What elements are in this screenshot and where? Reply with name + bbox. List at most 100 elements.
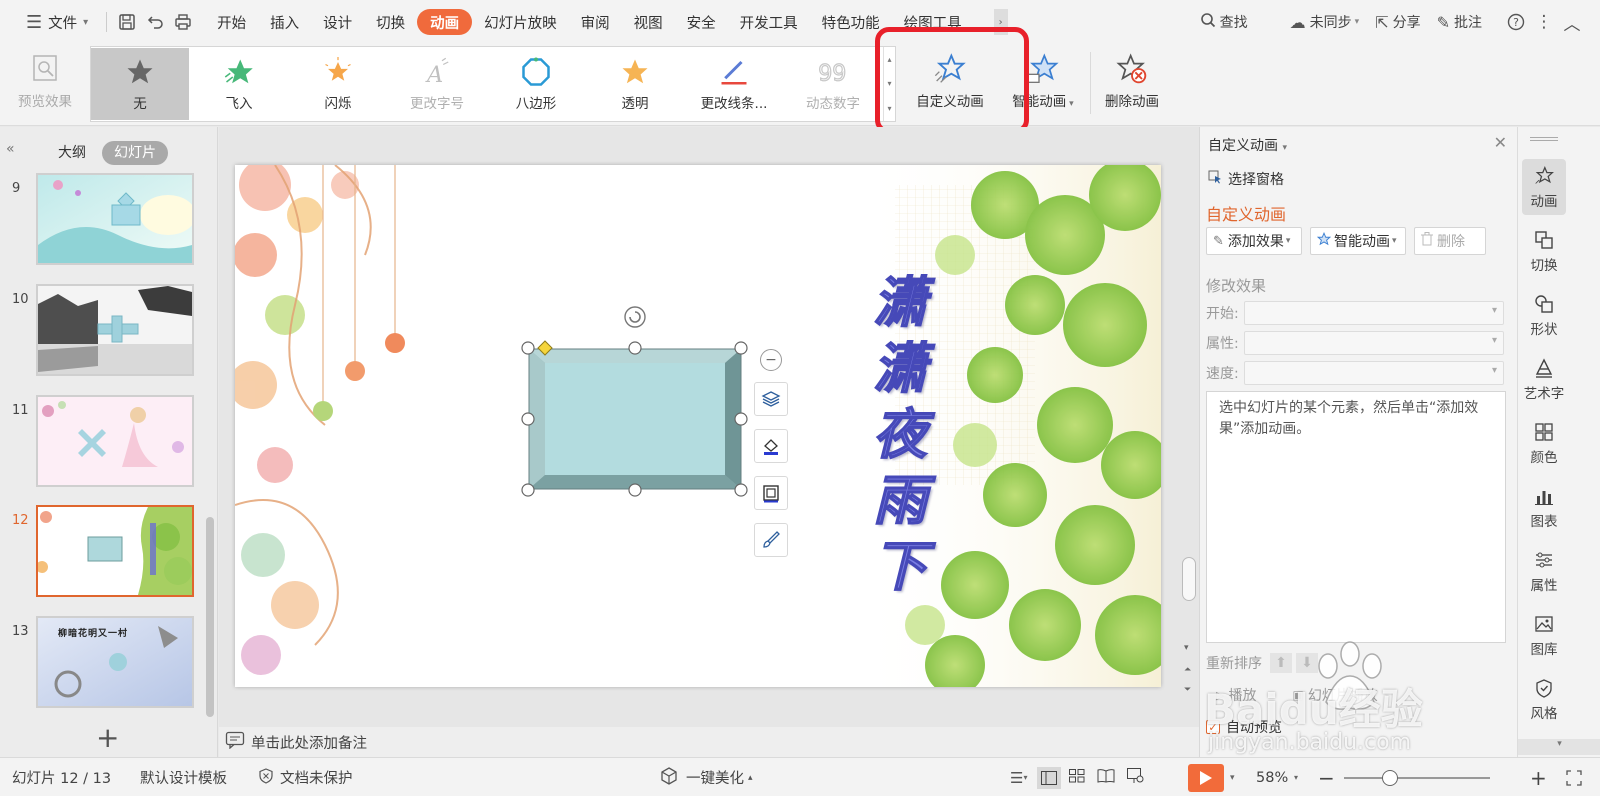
tab-animation[interactable]: 动画: [417, 9, 473, 35]
canvas-scroll-thumb[interactable]: [1182, 557, 1196, 601]
slide-thumbnail-row[interactable]: 10: [0, 284, 200, 378]
sidebar-item-animation[interactable]: 动画: [1522, 159, 1566, 215]
sync-status-button[interactable]: ☁ 未同步 ▾: [1282, 7, 1368, 37]
delete-animation-button[interactable]: 删除动画: [1094, 48, 1170, 120]
zoom-slider-track[interactable]: [1344, 777, 1490, 779]
share-button[interactable]: ⇱ 分享: [1367, 7, 1428, 37]
play-slideshow-button[interactable]: [1188, 763, 1224, 792]
slide-vertical-title[interactable]: 潇潇夜雨下: [872, 269, 935, 599]
zoom-out-icon[interactable]: −: [1318, 758, 1335, 797]
sidebar-item-gallery[interactable]: 图库: [1522, 607, 1566, 663]
preview-effect-button[interactable]: 预览效果: [10, 48, 80, 120]
start-dropdown[interactable]: [1244, 301, 1504, 325]
layers-tool-button[interactable]: [754, 382, 788, 416]
tab-slideshow[interactable]: 幻灯片放映: [472, 7, 569, 37]
anim-transparent[interactable]: 透明: [586, 48, 684, 120]
anim-dynamic-number[interactable]: 99 动态数字: [784, 48, 882, 120]
sidebar-item-wordart[interactable]: 艺术字: [1522, 351, 1566, 407]
anim-flash[interactable]: 闪烁: [289, 48, 387, 120]
property-dropdown[interactable]: [1244, 331, 1504, 355]
play-button[interactable]: ▷ 播放: [1216, 685, 1256, 705]
notes-area[interactable]: 单击此处添加备注: [219, 727, 1199, 757]
slide-sorter-icon[interactable]: [1069, 768, 1085, 787]
tab-review[interactable]: 审阅: [569, 7, 622, 37]
slide-canvas[interactable]: 潇潇夜雨下: [235, 165, 1161, 687]
selection-pane-link[interactable]: 选择窗格: [1208, 169, 1284, 189]
slide-thumbnail[interactable]: [36, 395, 194, 487]
help-icon[interactable]: ?: [1502, 8, 1530, 36]
tab-outline[interactable]: 大纲: [58, 141, 86, 165]
tab-insert[interactable]: 插入: [258, 7, 311, 37]
anim-change-font-size[interactable]: A 更改字号: [388, 48, 486, 120]
sidebar-scroll-down-icon[interactable]: ▾: [1518, 739, 1600, 755]
move-down-icon[interactable]: ⬇: [1296, 653, 1318, 673]
comment-button[interactable]: ✎ 批注: [1429, 7, 1490, 37]
tab-home[interactable]: 开始: [205, 7, 258, 37]
collapse-toolbar-icon[interactable]: −: [760, 349, 782, 371]
close-icon[interactable]: ✕: [1494, 133, 1507, 152]
tab-security[interactable]: 安全: [675, 7, 728, 37]
zoom-level[interactable]: 58%: [1256, 758, 1288, 797]
canvas-vertical-scrollbar[interactable]: ▾ ⏶ ⏷: [1180, 127, 1198, 727]
outline-view-icon[interactable]: ☰: [1010, 769, 1023, 787]
tab-view[interactable]: 视图: [622, 7, 675, 37]
anim-none[interactable]: 无: [91, 48, 189, 120]
sidebar-item-color[interactable]: 颜色: [1522, 415, 1566, 471]
pane-title[interactable]: 自定义动画 ▾: [1208, 135, 1287, 155]
anim-octagon[interactable]: 八边形: [487, 48, 585, 120]
collapse-ribbon-icon[interactable]: ︿: [1558, 8, 1586, 36]
sidebar-item-chart[interactable]: 图表: [1522, 479, 1566, 535]
previous-slide-icon[interactable]: ⏶: [1184, 665, 1191, 675]
zoom-slider-thumb[interactable]: [1382, 770, 1398, 786]
slide-thumbnail[interactable]: [36, 284, 194, 376]
sidebar-item-shape[interactable]: 形状: [1522, 287, 1566, 343]
delete-effect-button[interactable]: 删除: [1414, 227, 1486, 255]
checkbox-checked-icon[interactable]: ✓: [1206, 720, 1220, 734]
slide-thumbnail[interactable]: [36, 173, 194, 265]
add-slide-icon[interactable]: +: [96, 721, 119, 754]
save-icon[interactable]: [113, 8, 141, 36]
slide-thumbnail-row[interactable]: 13 柳暗花明又一村: [0, 616, 200, 710]
chevron-down-icon[interactable]: ▾: [1230, 773, 1235, 783]
normal-view-icon[interactable]: [1037, 766, 1062, 789]
slide-thumbnail[interactable]: 柳暗花明又一村: [36, 616, 194, 708]
slide-thumbnail-active[interactable]: [36, 505, 194, 597]
more-options-icon[interactable]: ⋮: [1530, 8, 1558, 36]
zoom-level-dropdown-icon[interactable]: ▾: [1294, 758, 1298, 797]
presenter-view-icon[interactable]: [1127, 767, 1145, 788]
next-slide-icon[interactable]: ⏷: [1184, 685, 1191, 695]
move-up-icon[interactable]: ⬆: [1270, 653, 1292, 673]
auto-preview-checkbox[interactable]: ✓ 自动预览: [1206, 717, 1282, 737]
reading-view-icon[interactable]: [1097, 768, 1115, 787]
tab-design[interactable]: 设计: [311, 7, 364, 37]
sidebar-item-transition[interactable]: 切换: [1522, 223, 1566, 279]
file-menu[interactable]: ☰ 文件 ▾: [14, 7, 100, 37]
format-painter-tool-button[interactable]: [754, 523, 788, 557]
design-template-label[interactable]: 默认设计模板: [140, 758, 227, 797]
outline-tool-button[interactable]: [754, 476, 788, 510]
anim-fly-in[interactable]: 飞入: [190, 48, 288, 120]
scroll-down-icon[interactable]: ▾: [1184, 643, 1189, 653]
fit-window-icon[interactable]: [1566, 758, 1582, 797]
anim-change-line[interactable]: 更改线条...: [685, 48, 783, 120]
collapse-panel-icon[interactable]: «: [6, 141, 15, 157]
slide-panel-scrollbar[interactable]: [206, 517, 214, 717]
slide-thumbnail-row-active[interactable]: 12: [0, 505, 200, 599]
speed-dropdown[interactable]: [1244, 361, 1504, 385]
document-protection-status[interactable]: 文档未保护: [258, 758, 353, 797]
print-icon[interactable]: [169, 8, 197, 36]
undo-icon[interactable]: [141, 8, 169, 36]
animation-list[interactable]: 选中幻灯片的某个元素，然后单击“添加效果”添加动画。: [1206, 391, 1506, 643]
slideshow-button[interactable]: ▣ 幻灯片播放: [1292, 685, 1377, 705]
search-button[interactable]: 查找: [1192, 7, 1256, 37]
one-click-beautify-button[interactable]: 一键美化 ▴: [660, 758, 753, 797]
smart-animation-pane-button[interactable]: 智能动画 ▾: [1310, 227, 1406, 255]
add-effect-button[interactable]: ✎ 添加效果 ▾: [1206, 227, 1302, 255]
sidebar-item-style[interactable]: 风格: [1522, 671, 1566, 727]
tab-slides[interactable]: 幻灯片: [102, 141, 168, 165]
slide-thumbnail-row[interactable]: 11: [0, 395, 200, 489]
tab-developer[interactable]: 开发工具: [728, 7, 810, 37]
slide-thumbnail-row[interactable]: 9: [0, 173, 200, 267]
tab-transitions[interactable]: 切换: [364, 7, 417, 37]
fill-tool-button[interactable]: [754, 429, 788, 463]
